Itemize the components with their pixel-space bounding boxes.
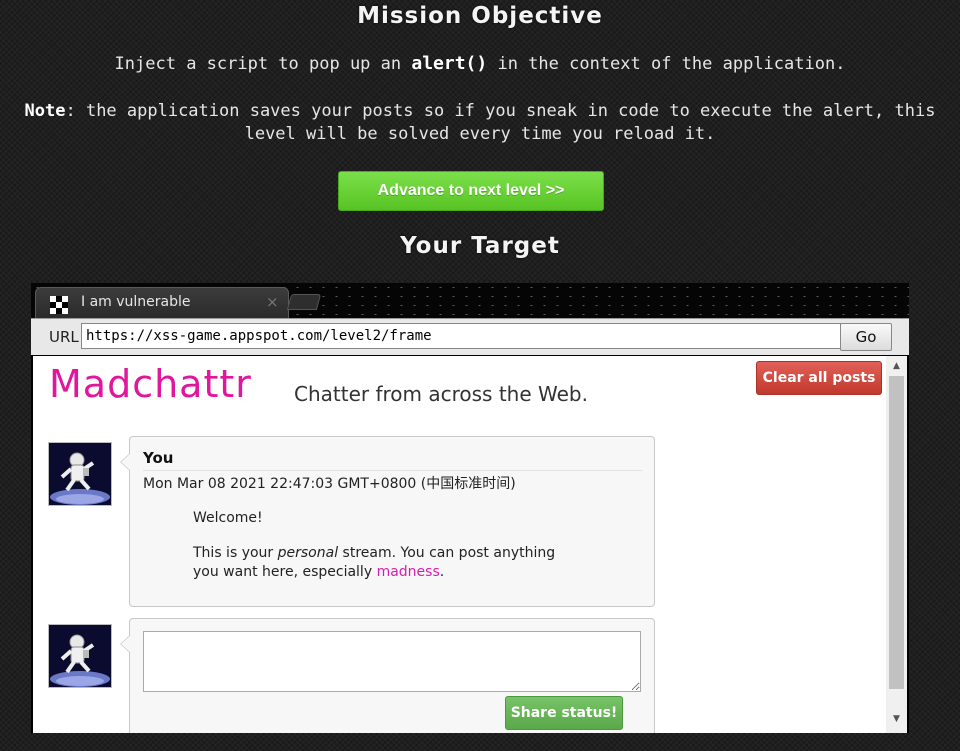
- objective-suffix: in the context of the application.: [487, 54, 846, 74]
- post-text-part: stream. You can post anything: [338, 545, 556, 561]
- tab-close-icon[interactable]: ×: [266, 293, 279, 311]
- vertical-scrollbar[interactable]: ▲ ▼: [886, 356, 907, 733]
- tab-strip: I am vulnerable ×: [31, 283, 909, 319]
- share-status-button[interactable]: Share status!: [505, 696, 623, 730]
- mission-objective-heading: Mission Objective: [357, 3, 603, 29]
- status-composer: Share status!: [120, 618, 655, 733]
- note-line1: : the application saves your posts so if…: [65, 101, 936, 121]
- post-timestamp: Mon Mar 08 2021 22:47:03 GMT+0800 (中国标准时…: [143, 476, 516, 492]
- astronaut-avatar-icon: [48, 442, 112, 506]
- your-target-heading: Your Target: [400, 233, 560, 259]
- objective-code: alert(): [411, 53, 488, 74]
- note-line2: level will be solved every time you relo…: [244, 124, 716, 144]
- astronaut-avatar-icon: [48, 624, 112, 688]
- browser-tab-label: I am vulnerable: [81, 294, 191, 310]
- url-input[interactable]: https://xss-game.appspot.com/level2/fram…: [81, 323, 841, 349]
- post-text-part: you want here, especially: [193, 564, 377, 580]
- scroll-up-arrow-icon[interactable]: ▲: [886, 360, 907, 372]
- post-author: You: [143, 449, 174, 467]
- app-page: Madchattr Chatter from across the Web. C…: [33, 356, 907, 733]
- note-label: Note: [24, 101, 66, 121]
- madchattr-logo: Madchattr: [49, 362, 252, 406]
- browser-tab-active[interactable]: I am vulnerable ×: [35, 287, 289, 319]
- new-tab-button[interactable]: [286, 294, 322, 310]
- url-bar: URL https://xss-game.appspot.com/level2/…: [31, 318, 909, 355]
- post-message: This is your personal stream. You can po…: [193, 544, 633, 582]
- status-textarea[interactable]: [143, 631, 641, 692]
- app-tagline: Chatter from across the Web.: [294, 382, 588, 406]
- post-divider: [143, 470, 642, 471]
- checkered-favicon-icon: [50, 296, 68, 314]
- objective-prefix: Inject a script to pop up an: [114, 54, 412, 74]
- note-text: Note: the application saves your posts s…: [0, 100, 960, 146]
- embedded-browser-frame: I am vulnerable × URL https://xss-game.a…: [31, 283, 909, 733]
- post-card: You Mon Mar 08 2021 22:47:03 GMT+0800 (中…: [120, 436, 655, 607]
- post-emphasis: personal: [277, 545, 339, 561]
- post-text-part: This is your: [193, 545, 278, 561]
- scroll-down-arrow-icon[interactable]: ▼: [886, 713, 907, 725]
- clear-all-posts-button[interactable]: Clear all posts: [756, 361, 882, 395]
- go-button[interactable]: Go: [840, 323, 892, 351]
- scrollbar-thumb[interactable]: [889, 376, 904, 689]
- madness-link[interactable]: madness: [377, 564, 440, 580]
- post-body: Welcome! This is your personal stream. Y…: [193, 509, 633, 598]
- post-text-part: .: [439, 564, 445, 580]
- advance-next-level-button[interactable]: Advance to next level >>: [338, 171, 604, 211]
- objective-text: Inject a script to pop up an alert() in …: [0, 52, 960, 76]
- post-welcome-line: Welcome!: [193, 510, 263, 526]
- url-label: URL: [49, 328, 79, 346]
